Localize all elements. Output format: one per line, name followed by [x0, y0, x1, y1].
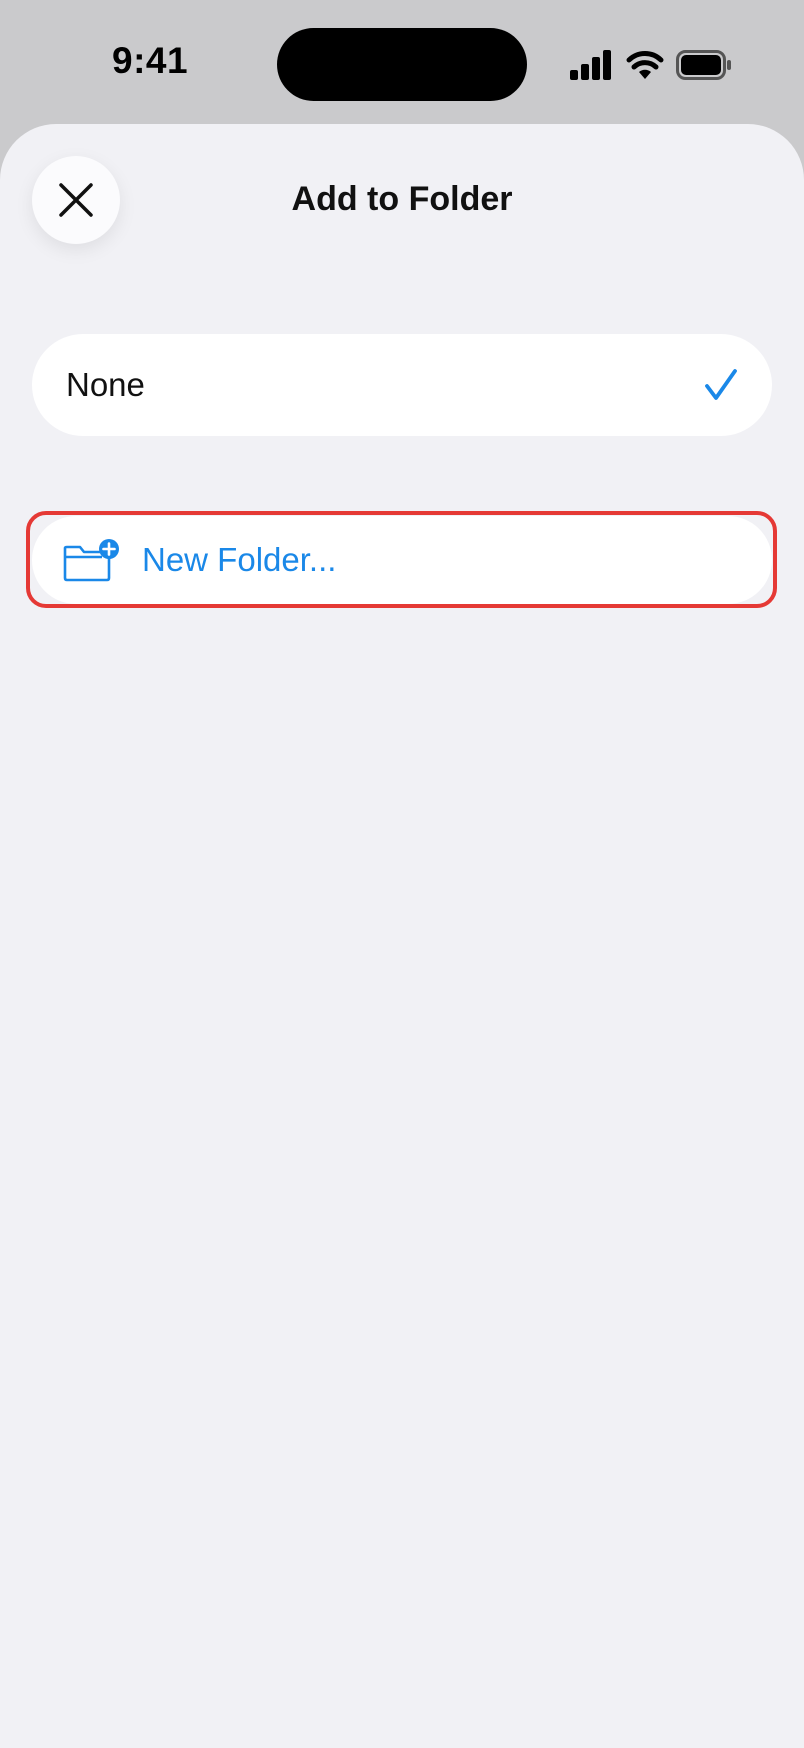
- screen: 9:41 Add to Folder None New Folder...: [0, 0, 804, 1748]
- add-to-folder-sheet: Add to Folder None New Folder...: [0, 124, 804, 1748]
- highlight-frame: [26, 511, 777, 608]
- sheet-title: Add to Folder: [291, 180, 513, 218]
- dynamic-island: [277, 28, 527, 101]
- checkmark-icon: [705, 369, 737, 400]
- home-indicator: [267, 1722, 537, 1732]
- cellular-signal-icon: [570, 50, 611, 80]
- option-label: None: [66, 366, 145, 403]
- status-icons: [570, 48, 732, 82]
- wifi-icon: [626, 51, 664, 79]
- status-bar: 9:41: [0, 0, 804, 124]
- option-none[interactable]: None: [32, 334, 772, 436]
- battery-icon: [676, 50, 731, 80]
- status-time: 9:41: [112, 40, 189, 81]
